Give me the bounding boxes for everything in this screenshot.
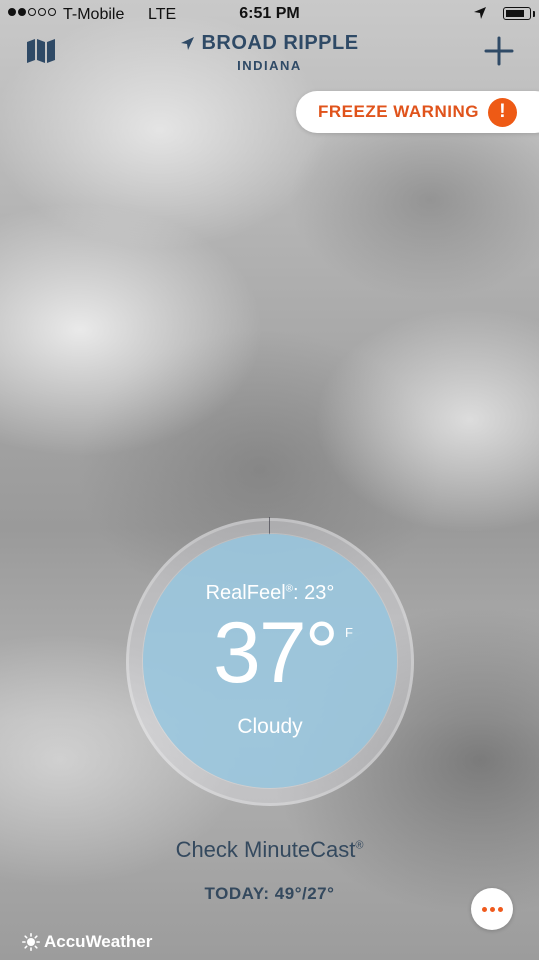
realfeel-value: : 23° [293,582,335,604]
sun-icon [22,933,40,951]
current-temperature: 37° [213,605,339,701]
battery-level [506,10,524,17]
exclamation-icon: ! [487,97,517,127]
plus-icon[interactable] [484,36,514,66]
temperature-unit: F [345,625,353,640]
location-title[interactable]: BROAD RIPPLE INDIANA [0,32,539,73]
dot [497,906,503,912]
minutecast-label: Check MinuteCast [175,837,356,862]
freeze-warning-alert[interactable]: FREEZE WARNING ! [296,91,539,133]
registered-mark: ® [285,583,294,595]
city-name: BROAD RIPPLE [180,32,358,55]
weather-condition: Cloudy [237,715,303,738]
accuweather-logo: AccuWeather [22,932,152,952]
battery-tip [533,11,535,17]
current-location-arrow-icon [181,37,195,50]
cloudy-sky-background [0,0,539,960]
more-dots-icon[interactable] [471,888,513,930]
dot [489,906,495,912]
alert-label: FREEZE WARNING [318,102,479,121]
state-name: INDIANA [237,58,302,73]
realfeel-label: RealFeel [205,582,286,604]
today-high-low: TODAY: 49°/27° [204,884,335,903]
location-services-icon [474,7,486,19]
check-minutecast-link[interactable]: Check MinuteCast® [0,837,539,863]
registered-mark: ® [355,839,364,852]
brand-name: AccuWeather [44,932,153,951]
city-label: BROAD RIPPLE [201,32,359,54]
status-bar: T-Mobile LTE 6:51 PM [0,0,539,30]
realfeel-readout: RealFeel®: 23° [143,582,397,605]
dot [481,906,487,912]
battery-icon [503,7,531,20]
status-time: 6:51 PM [239,5,300,22]
dial-tick-mark [269,517,270,535]
